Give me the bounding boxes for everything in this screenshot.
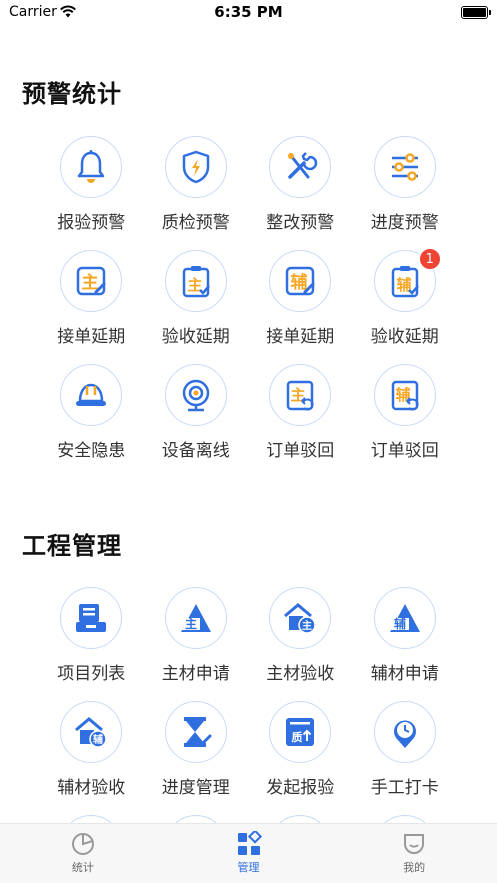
menu-item-label: 发起报验 [266,778,335,798]
sliders-icon [373,136,436,198]
section-title-project-management: 工程管理 [22,532,122,560]
icon-glyph: 质 [292,730,303,744]
menu-item-label: 主材申请 [161,664,230,684]
main-material-apply-icon: 主 [164,587,227,649]
menu-item-aux-material-apply[interactable]: 辅 辅材申请 [353,587,458,701]
grid-manage-icon [237,831,262,855]
menu-item-label: 辅材申请 [370,664,439,684]
menu-item-aux-accept-delay[interactable]: 辅 1 验收延期 [353,248,458,364]
icon-glyph: 主 [302,619,312,632]
menu-item-label: 质检预警 [161,213,230,233]
menu-item-start-inspection[interactable]: 质 发起报验 [248,701,353,815]
menu-item-aux-material-accept[interactable]: 辅 辅材验收 [39,701,144,815]
menu-item-main-material-accept[interactable]: 主 主材验收 [248,587,353,701]
tab-statistics[interactable]: 统计 [0,824,166,883]
menu-item-label: 验收延期 [370,327,439,347]
menu-item-label: 订单驳回 [370,441,439,461]
project-management-grid: 项目列表 主 主材申请 主 主材验收 辅 辅材申请 辅 辅材验收 进度管理 质 … [39,587,459,815]
menu-item-rectify-warning[interactable]: 整改预警 [248,136,353,250]
hourglass-icon [164,701,227,763]
menu-item-label: 辅材验收 [57,778,126,798]
menu-item-label: 手工打卡 [370,778,439,798]
menu-item-safety-hazard[interactable]: 安全隐患 [39,364,144,478]
grid-row: 报验预警 质检预警 整改预警 进度预警 [39,136,459,250]
menu-item-progress-warning[interactable]: 进度预警 [353,136,458,250]
tab-label: 统计 [71,861,94,874]
menu-item-label: 项目列表 [57,664,126,684]
grid-row: 辅 辅材验收 进度管理 质 发起报验 手工打卡 [39,701,459,815]
tab-label: 管理 [237,861,260,874]
menu-item-label: 设备离线 [161,441,230,461]
aux-material-clipboard-icon: 辅 1 [373,248,441,312]
battery-icon [461,6,491,19]
menu-item-label: 进度预警 [370,213,439,233]
menu-item-progress-management[interactable]: 进度管理 [144,701,249,815]
menu-item-label: 安全隐患 [57,441,126,461]
icon-glyph: 主 [185,616,197,631]
menu-item-label: 接单延期 [266,327,335,347]
icon-glyph: 辅 [394,616,406,631]
tab-mine[interactable]: 我的 [331,824,497,883]
hard-hat-icon [60,364,123,426]
menu-item-label: 订单驳回 [266,441,335,461]
shield-bolt-icon [164,136,227,198]
aux-material-edit-icon: 辅 [269,250,332,312]
icon-glyph: 辅 [291,272,308,293]
icon-glyph: 辅 [93,733,103,746]
grid-row: 主 接单延期 主 验收延期 辅 接单延期 辅 1 验收延期 [39,248,459,364]
menu-item-label: 报验预警 [57,213,126,233]
menu-item-label: 进度管理 [161,778,230,798]
main-material-edit-icon: 主 [60,250,123,312]
clock-time: 6:35 PM [214,3,283,21]
aux-order-return-icon: 辅 [373,364,436,426]
menu-item-aux-order-reject[interactable]: 辅 订单驳回 [353,364,458,478]
pie-chart-icon [71,833,94,855]
project-list-icon [60,587,123,649]
menu-item-quality-warning[interactable]: 质检预警 [144,136,249,250]
status-bar: Carrier 6:35 PM [0,0,497,26]
bottom-tab-bar: 统计 管理 我的 [0,823,497,883]
grid-row: 安全隐患 设备离线 主 订单驳回 辅 订单驳回 [39,364,459,478]
icon-glyph: 主 [82,272,99,293]
main-material-clipboard-icon: 主 [164,250,227,312]
menu-item-project-list[interactable]: 项目列表 [39,587,144,701]
menu-item-aux-order-delay[interactable]: 辅 接单延期 [248,250,353,364]
warning-stats-grid: 报验预警 质检预警 整改预警 进度预警 主 接单延期 主 验收延期 辅 接单延期… [39,136,459,478]
menu-item-manual-checkin[interactable]: 手工打卡 [353,701,458,815]
grid-row: 项目列表 主 主材申请 主 主材验收 辅 辅材申请 [39,587,459,701]
menu-item-device-offline[interactable]: 设备离线 [144,364,249,478]
aux-material-accept-icon: 辅 [60,701,123,763]
menu-item-label: 整改预警 [266,213,335,233]
main-material-accept-icon: 主 [269,587,332,649]
menu-item-main-accept-delay[interactable]: 主 验收延期 [144,250,249,364]
main-order-return-icon: 主 [269,364,332,426]
section-title-warning-stats: 预警统计 [22,80,122,108]
menu-item-label: 主材验收 [266,664,335,684]
tab-label: 我的 [403,861,426,874]
aux-material-apply-icon: 辅 [373,587,436,649]
webcam-icon [164,364,227,426]
menu-item-label: 验收延期 [161,327,230,347]
wrench-screwdriver-icon [269,136,332,198]
menu-item-inspection-warning[interactable]: 报验预警 [39,136,144,250]
tab-management[interactable]: 管理 [166,824,332,883]
clock-pin-icon [373,701,436,763]
profile-icon [404,834,425,854]
notification-badge: 1 [418,248,441,270]
menu-item-main-order-delay[interactable]: 主 接单延期 [39,250,144,364]
bell-icon [60,136,123,198]
quality-upload-icon: 质 [269,701,332,763]
menu-item-main-material-apply[interactable]: 主 主材申请 [144,587,249,701]
menu-item-main-order-reject[interactable]: 主 订单驳回 [248,364,353,478]
menu-item-label: 接单延期 [57,327,126,347]
